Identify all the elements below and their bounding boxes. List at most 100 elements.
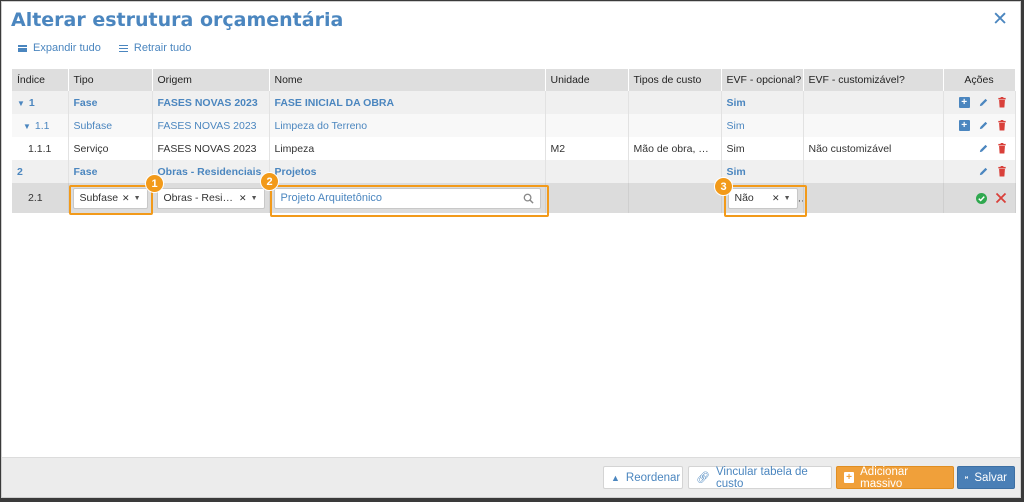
save-button[interactable]: Salvar bbox=[957, 466, 1015, 489]
trash-icon[interactable] bbox=[997, 120, 1007, 131]
bulk-add-label: Adicionar massivo bbox=[860, 465, 909, 490]
badge-2: 2 bbox=[260, 172, 279, 191]
link-cost-table-button[interactable]: 🔗︎ Vincular tabela de custo bbox=[688, 465, 832, 490]
evf-select-value: Não bbox=[734, 192, 754, 204]
col-acoes: Ações bbox=[943, 69, 1016, 91]
row-actions bbox=[943, 160, 1016, 183]
trash-icon[interactable] bbox=[997, 97, 1007, 108]
evf-select[interactable]: Não ✕ ▼ bbox=[727, 187, 798, 209]
chevron-down-icon[interactable]: ▼ bbox=[17, 99, 25, 108]
clear-icon[interactable]: ✕ bbox=[122, 193, 130, 204]
reorder-label: Reordenar bbox=[625, 471, 681, 484]
col-evf-custom[interactable]: EVF - customizável? bbox=[803, 69, 944, 91]
row-evf-custom bbox=[803, 91, 944, 114]
row-evf-custom: Não customizável bbox=[803, 137, 944, 160]
row-index: 2 bbox=[12, 160, 69, 183]
row-unidade bbox=[545, 91, 629, 114]
link-cost-table-label: Vincular tabela de custo bbox=[715, 465, 808, 490]
edit-icon[interactable] bbox=[978, 120, 989, 131]
row-nome: Projetos bbox=[269, 160, 546, 183]
row-unidade bbox=[545, 114, 629, 137]
edit-row-actions bbox=[943, 183, 1016, 213]
search-icon[interactable] bbox=[523, 193, 534, 204]
trash-icon[interactable] bbox=[997, 143, 1007, 154]
caret-down-icon[interactable]: ▼ bbox=[251, 195, 258, 202]
caret-down-icon[interactable]: ▼ bbox=[134, 195, 141, 202]
row-unidade bbox=[545, 160, 629, 183]
expand-all-button[interactable]: Expandir tudo bbox=[18, 42, 101, 54]
reorder-button[interactable]: ▲ Reordenar bbox=[603, 466, 683, 489]
row-nome: Limpeza do Terreno bbox=[269, 114, 546, 137]
row-evf-custom bbox=[803, 160, 944, 183]
plus-square-icon: + bbox=[844, 472, 855, 483]
col-nome[interactable]: Nome bbox=[269, 69, 546, 91]
row-tipos-custo bbox=[628, 160, 722, 183]
nome-input-value: Projeto Arquitetônico bbox=[280, 192, 383, 204]
row-tipo: Fase bbox=[68, 160, 153, 183]
edit-icon[interactable] bbox=[978, 166, 989, 177]
row-tipos-custo bbox=[628, 91, 722, 114]
link-icon: 🔗︎ bbox=[696, 472, 710, 484]
add-child-icon[interactable]: + bbox=[958, 97, 970, 109]
row-tipos-custo: Mão de obra, M... bbox=[628, 137, 722, 160]
row-tipos-custo bbox=[628, 114, 722, 137]
origem-select[interactable]: Obras - Reside... ✕ ▼ bbox=[156, 187, 265, 209]
confirm-icon[interactable] bbox=[975, 192, 987, 204]
edit-row-index: 2.1 bbox=[12, 183, 69, 213]
row-index: 1 bbox=[28, 96, 35, 109]
floppy-icon bbox=[965, 475, 969, 480]
structure-table: Índice Tipo Origem Nome Unidade Tipos de… bbox=[12, 69, 1016, 213]
bulk-add-button[interactable]: + Adicionar massivo bbox=[836, 465, 954, 490]
row-unidade: M2 bbox=[545, 137, 629, 160]
tipo-select[interactable]: Subfase ✕ ▼ bbox=[72, 187, 148, 209]
tipo-select-value: Subfase bbox=[79, 192, 119, 204]
row-evf-custom bbox=[803, 114, 944, 137]
row-evf-opcional: Sim bbox=[721, 114, 804, 137]
table-header: Índice Tipo Origem Nome Unidade Tipos de… bbox=[12, 69, 1016, 91]
expand-all-label: Expandir tudo bbox=[33, 42, 101, 54]
row-actions bbox=[943, 137, 1016, 160]
row-tipo: Serviço bbox=[68, 137, 153, 160]
col-origem[interactable]: Origem bbox=[152, 69, 270, 91]
row-evf-opcional: Sim bbox=[721, 160, 804, 183]
col-tipos-custo[interactable]: Tipos de custo bbox=[628, 69, 722, 91]
row-nome: Limpeza bbox=[269, 137, 546, 160]
col-evf-opcional[interactable]: EVF - opcional? bbox=[721, 69, 804, 91]
chevron-down-icon[interactable]: ▼ bbox=[23, 122, 31, 131]
cancel-icon[interactable] bbox=[995, 192, 1007, 204]
caret-down-icon[interactable]: ▼ bbox=[784, 195, 791, 202]
row-actions: + bbox=[943, 114, 1016, 137]
close-icon[interactable]: ✕ bbox=[992, 8, 1008, 31]
row-index: 1.1.1 bbox=[12, 137, 69, 160]
edit-icon[interactable] bbox=[978, 97, 989, 108]
row-nome: FASE INICIAL DA OBRA bbox=[269, 91, 546, 114]
trash-icon[interactable] bbox=[997, 166, 1007, 177]
edit-icon[interactable] bbox=[978, 143, 989, 154]
col-tipo[interactable]: Tipo bbox=[68, 69, 153, 91]
dialog: Alterar estrutura orçamentária ✕ Expandi… bbox=[1, 1, 1021, 498]
row-evf-opcional: Sim bbox=[721, 91, 804, 114]
collapse-all-button[interactable]: Retrair tudo bbox=[118, 42, 192, 54]
table-row[interactable]: ▼ 1.1 Subfase FASES NOVAS 2023 Limpeza do… bbox=[12, 114, 1016, 137]
row-evf-opcional: Sim bbox=[721, 137, 804, 160]
col-indice[interactable]: Índice bbox=[12, 69, 69, 91]
row-origem: Obras - Residenciais bbox=[152, 160, 270, 183]
origem-select-value: Obras - Reside... bbox=[163, 192, 236, 204]
row-tipo: Fase bbox=[68, 91, 153, 114]
table-row[interactable]: ▼ 1 Fase FASES NOVAS 2023 FASE INICIAL DA… bbox=[12, 91, 1016, 114]
add-child-icon[interactable]: + bbox=[958, 120, 970, 132]
row-actions: + bbox=[943, 91, 1016, 114]
collapse-all-label: Retrair tudo bbox=[133, 42, 192, 54]
nome-input[interactable]: Projeto Arquitetônico bbox=[273, 187, 541, 209]
clear-icon[interactable]: ✕ bbox=[239, 193, 247, 204]
col-unidade[interactable]: Unidade bbox=[545, 69, 629, 91]
expand-list-icon bbox=[18, 44, 27, 52]
save-label: Salvar bbox=[974, 471, 1007, 484]
badge-1: 1 bbox=[145, 174, 164, 193]
row-origem: FASES NOVAS 2023 bbox=[152, 114, 270, 137]
row-index: 1.1 bbox=[34, 119, 50, 132]
clear-icon[interactable]: ✕ bbox=[772, 193, 780, 204]
row-origem: FASES NOVAS 2023 bbox=[152, 137, 270, 160]
dialog-footer: ▲ Reordenar 🔗︎ Vincular tabela de custo … bbox=[2, 457, 1020, 497]
table-row[interactable]: 1.1.1 Serviço FASES NOVAS 2023 Limpeza M… bbox=[12, 137, 1016, 160]
